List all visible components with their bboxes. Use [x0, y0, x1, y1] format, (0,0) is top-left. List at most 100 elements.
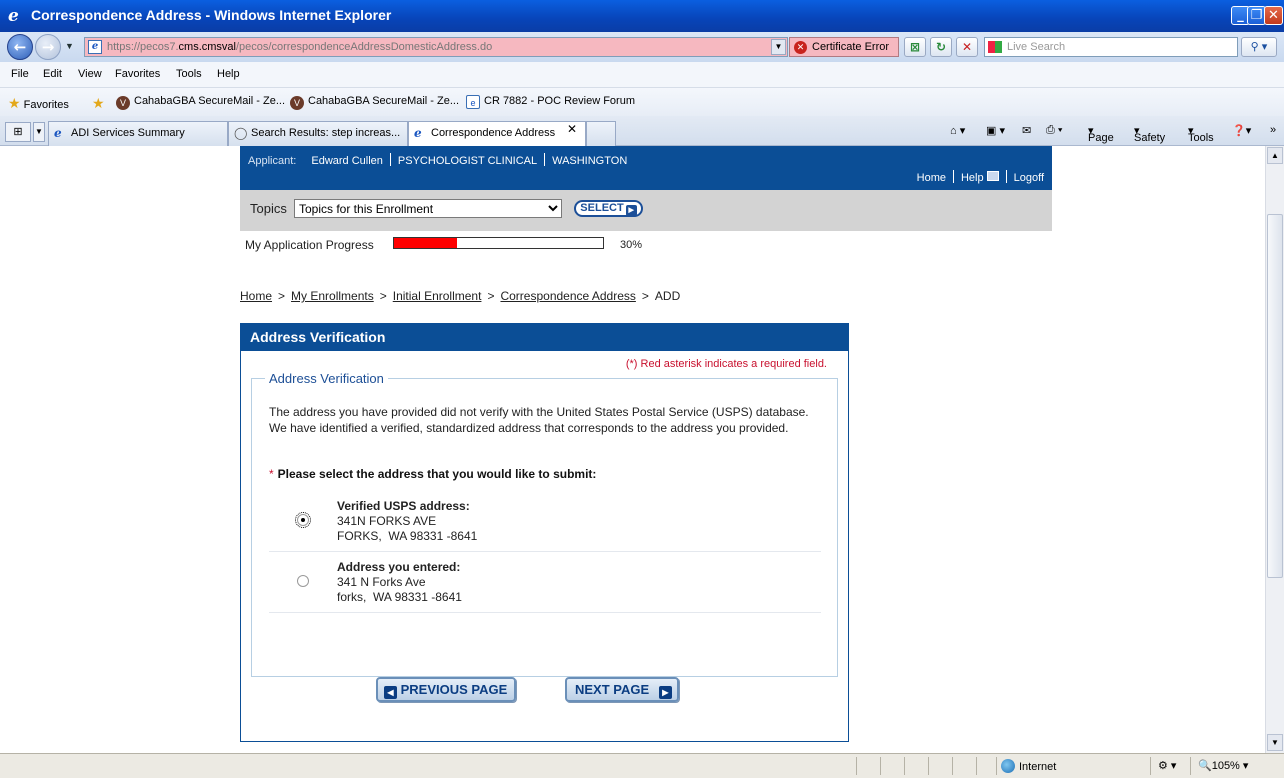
- quick-tabs-icon: ⊞: [13, 126, 23, 138]
- fieldset-legend: Address Verification: [265, 371, 388, 386]
- certificate-error-button[interactable]: ✕ Certificate Error: [789, 37, 899, 57]
- logoff-link[interactable]: Logoff: [1014, 172, 1044, 184]
- page-menu[interactable]: Page ▾: [1088, 124, 1114, 144]
- back-arrow-icon: ←: [13, 38, 27, 56]
- url-text: https://pecos7.cms.cmsval/pecos/correspo…: [107, 41, 493, 53]
- live-search-input[interactable]: Live Search: [984, 37, 1238, 57]
- menu-edit[interactable]: Edit: [43, 68, 62, 80]
- address-dropdown-button[interactable]: ▼: [771, 39, 786, 55]
- favorites-bar: ★ Favorites ★ V CahabaGBA SecureMail - Ze…: [0, 88, 1284, 116]
- previous-page-button[interactable]: ◀ PREVIOUS PAGE: [376, 677, 516, 702]
- forward-arrow-icon: →: [41, 38, 55, 56]
- vertical-scrollbar[interactable]: ▲ ▼: [1265, 146, 1284, 753]
- address-verification-panel: Address Verification (*) Red asterisk in…: [240, 323, 849, 742]
- option-label: Address you entered:: [337, 560, 461, 574]
- menu-file[interactable]: File: [11, 68, 29, 80]
- topics-bar: Topics Topics for this Enrollment SELECT…: [240, 190, 1052, 231]
- search-page-icon: ◯: [234, 126, 248, 140]
- safety-menu[interactable]: Safety ▾: [1134, 124, 1165, 144]
- forward-button[interactable]: →: [35, 34, 61, 60]
- next-page-button[interactable]: NEXT PAGE ▶: [565, 677, 679, 702]
- application-header: Applicant: Edward Cullen PSYCHOLOGIST CLI…: [240, 146, 1052, 190]
- topics-select[interactable]: Topics for this Enrollment: [294, 199, 562, 218]
- error-shield-icon: ✕: [794, 41, 807, 54]
- certificate-error-label: Certificate Error: [812, 41, 890, 53]
- protected-mode-icon[interactable]: ⚙ ▾: [1158, 759, 1176, 772]
- cahaba-icon: V: [116, 96, 130, 110]
- applicant-state: WASHINGTON: [552, 155, 628, 167]
- scroll-thumb[interactable]: [1267, 214, 1283, 578]
- required-field-note: (*) Red asterisk indicates a required fi…: [625, 358, 827, 370]
- entered-address-radio[interactable]: [297, 575, 309, 587]
- tab-search-results[interactable]: ◯ Search Results: step increas...: [228, 121, 408, 146]
- favorite-link-3[interactable]: e CR 7882 - POC Review Forum: [466, 95, 635, 109]
- print-icon[interactable]: ⎙ ▾: [1046, 124, 1062, 137]
- progress-bar: [393, 237, 604, 249]
- tab-list-dropdown[interactable]: ▼: [33, 122, 45, 142]
- help-window-icon: [986, 171, 999, 181]
- address-line-2: forks, WA 98331 -8641: [337, 590, 462, 604]
- breadcrumb: Home > My Enrollments > Initial Enrollment > C…: [240, 289, 681, 303]
- back-button[interactable]: ←: [7, 34, 33, 60]
- tab-correspondence-address[interactable]: e Correspondence Address ✕: [408, 121, 586, 146]
- select-button[interactable]: SELECT ▶: [574, 200, 643, 217]
- zoom-level-button[interactable]: 🔍105% ▾: [1198, 759, 1248, 772]
- menu-view[interactable]: View: [78, 68, 102, 80]
- stop-button[interactable]: ✕: [956, 37, 978, 57]
- menu-bar: File Edit View Favorites Tools Help: [0, 62, 1284, 88]
- scroll-down-arrow[interactable]: ▼: [1267, 734, 1283, 751]
- favorite-link-1[interactable]: V CahabaGBA SecureMail - Ze...: [116, 95, 285, 110]
- read-mail-icon[interactable]: ✉: [1022, 124, 1031, 137]
- quick-tabs-button[interactable]: ⊞: [5, 122, 31, 142]
- breadcrumb-correspondence-address[interactable]: Correspondence Address: [500, 289, 635, 303]
- window-title-bar: e Correspondence Address - Windows Inter…: [0, 0, 1284, 32]
- refresh-button[interactable]: ↻: [930, 37, 952, 57]
- breadcrumb-current: ADD: [654, 289, 681, 303]
- favorite-link-2[interactable]: V CahabaGBA SecureMail - Ze...: [290, 95, 459, 110]
- home-icon[interactable]: ⌂ ▾: [950, 124, 965, 137]
- page-icon: e: [466, 95, 480, 109]
- menu-favorites[interactable]: Favorites: [115, 68, 160, 80]
- applicant-info: Applicant: Edward Cullen PSYCHOLOGIST CLI…: [248, 153, 627, 167]
- search-button[interactable]: ⚲ ▾: [1241, 37, 1277, 57]
- home-link[interactable]: Home: [917, 172, 946, 184]
- feeds-icon[interactable]: ▣ ▾: [986, 124, 1005, 137]
- verification-description: The address you have provided did not ve…: [269, 405, 809, 435]
- help-link[interactable]: Help: [961, 171, 999, 184]
- menu-help[interactable]: Help: [217, 68, 240, 80]
- tools-menu[interactable]: Tools ▾: [1188, 124, 1214, 144]
- add-favorite-icon[interactable]: ★: [92, 95, 105, 112]
- address-verification-fieldset: Address Verification The address you hav…: [251, 371, 838, 677]
- scroll-up-arrow[interactable]: ▲: [1267, 147, 1283, 164]
- option-label: Verified USPS address:: [337, 499, 470, 513]
- verified-address-radio[interactable]: [295, 512, 311, 528]
- search-placeholder: Live Search: [1007, 41, 1066, 53]
- option-verified-address: Verified USPS address: 341N FORKS AVE FO…: [269, 491, 821, 552]
- applicant-name: Edward Cullen: [311, 155, 383, 167]
- address-input[interactable]: e https://pecos7.cms.cmsval/pecos/corres…: [84, 37, 788, 57]
- topics-label: Topics: [250, 201, 287, 216]
- applicant-label: Applicant:: [248, 155, 297, 167]
- page-viewport: Applicant: Edward Cullen PSYCHOLOGIST CLI…: [0, 146, 1265, 753]
- close-window-button[interactable]: ✕: [1264, 6, 1283, 25]
- progress-fill: [394, 238, 457, 248]
- security-zone: Internet: [1001, 759, 1056, 773]
- close-tab-icon[interactable]: ✕: [567, 122, 577, 136]
- address-toolbar: ← → ▼ e https://pecos7.cms.cmsval/pecos/…: [0, 32, 1284, 62]
- help-icon[interactable]: ❓▾: [1232, 124, 1251, 137]
- tab-adi-services[interactable]: e ADI Services Summary: [48, 121, 228, 146]
- header-links: Home Help Logoff: [917, 170, 1044, 184]
- new-tab-button[interactable]: [586, 121, 616, 146]
- breadcrumb-home[interactable]: Home: [240, 289, 272, 303]
- menu-tools[interactable]: Tools: [176, 68, 202, 80]
- compatibility-view-button[interactable]: ⊠: [904, 37, 926, 57]
- recent-pages-dropdown[interactable]: ▼: [65, 41, 74, 51]
- breadcrumb-my-enrollments[interactable]: My Enrollments: [291, 289, 374, 303]
- breadcrumb-initial-enrollment[interactable]: Initial Enrollment: [393, 289, 482, 303]
- favorites-button[interactable]: ★ Favorites: [8, 95, 69, 112]
- tab-bar: ⊞ ▼ e ADI Services Summary ◯ Search Result…: [0, 116, 1284, 146]
- status-bar: Internet ⚙ ▾ 🔍105% ▾: [0, 753, 1284, 778]
- address-line-1: 341 N Forks Ave: [337, 575, 426, 589]
- chevron-more-icon[interactable]: »: [1270, 124, 1276, 136]
- globe-icon: [1001, 759, 1015, 773]
